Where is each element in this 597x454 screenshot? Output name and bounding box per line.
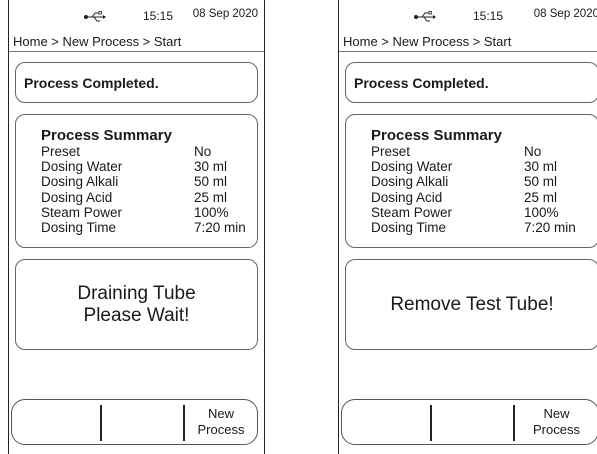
summary-row-dosing-time: Dosing Time 7:20 min xyxy=(371,220,588,235)
softkey-divider xyxy=(183,405,185,441)
new-process-button[interactable]: New Process xyxy=(517,406,596,438)
summary-title: Process Summary xyxy=(371,127,502,144)
softkey-2-button[interactable] xyxy=(103,402,181,442)
status-line: Remove Test Tube! xyxy=(390,293,554,315)
status-message-panel: Remove Test Tube! xyxy=(345,259,597,350)
softkey-2-button[interactable] xyxy=(433,402,511,442)
status-message: Remove Test Tube! xyxy=(346,294,597,316)
softkey-bar: New Process xyxy=(11,399,258,445)
summary-row-dosing-acid: Dosing Acid 25 ml xyxy=(41,190,247,205)
status-time: 15:15 xyxy=(143,9,174,23)
process-summary-panel: Process Summary Preset No Dosing Water 3… xyxy=(345,114,597,248)
summary-value: 50 ml xyxy=(194,174,228,190)
status-message: Draining Tube Please Wait! xyxy=(16,283,257,327)
status-date: 08 Sep 2020 xyxy=(192,8,258,20)
softkey-divider xyxy=(100,405,102,441)
summary-row-steam-power: Steam Power 100% xyxy=(371,205,588,220)
breadcrumb-divider xyxy=(9,51,264,52)
new-process-label: New xyxy=(207,406,234,421)
new-process-label: Process xyxy=(533,422,580,437)
summary-value: 30 ml xyxy=(194,159,228,175)
summary-label: Dosing Acid xyxy=(371,189,443,205)
summary-value: No xyxy=(194,144,212,159)
summary-row-dosing-water: Dosing Water 30 ml xyxy=(41,159,247,174)
device-screen-right: 15:15 08 Sep 2020 Home > New Process > S… xyxy=(338,0,597,454)
summary-label: Preset xyxy=(41,144,81,159)
summary-value: 25 ml xyxy=(194,189,228,205)
summary-list: Preset No Dosing Water 30 ml Dosing Alka… xyxy=(371,144,588,235)
softkey-1-button[interactable] xyxy=(14,402,98,442)
softkey-divider xyxy=(430,405,432,441)
process-completed-message: Process Completed. xyxy=(24,75,159,91)
summary-row-dosing-water: Dosing Water 30 ml xyxy=(371,159,588,174)
summary-label: Dosing Alkali xyxy=(371,174,449,190)
summary-value: 100% xyxy=(194,204,229,220)
softkey-1-button[interactable] xyxy=(344,402,428,442)
summary-row-dosing-acid: Dosing Acid 25 ml xyxy=(371,190,588,205)
summary-row-preset: Preset No xyxy=(371,144,588,159)
summary-value: 7:20 min xyxy=(194,220,246,236)
message-panel: Process Completed. xyxy=(345,62,597,103)
summary-value: 30 ml xyxy=(524,159,558,175)
summary-label: Preset xyxy=(371,144,411,159)
breadcrumb-divider xyxy=(339,51,597,52)
summary-label: Dosing Time xyxy=(41,220,117,236)
process-summary-panel: Process Summary Preset No Dosing Water 3… xyxy=(15,114,258,248)
message-panel: Process Completed. xyxy=(15,62,258,103)
summary-row-dosing-time: Dosing Time 7:20 min xyxy=(41,220,247,235)
summary-label: Dosing Water xyxy=(371,159,453,175)
status-date: 08 Sep 2020 xyxy=(533,8,597,20)
status-time: 15:15 xyxy=(473,9,504,23)
softkey-bar: New Process xyxy=(341,399,597,445)
summary-value: 7:20 min xyxy=(524,220,576,236)
new-process-label: New xyxy=(543,406,570,421)
summary-row-steam-power: Steam Power 100% xyxy=(41,205,247,220)
summary-list: Preset No Dosing Water 30 ml Dosing Alka… xyxy=(41,144,247,235)
summary-label: Steam Power xyxy=(41,204,123,220)
usb-icon xyxy=(84,11,106,22)
new-process-button[interactable]: New Process xyxy=(187,406,255,438)
softkey-divider xyxy=(513,405,515,441)
summary-value: No xyxy=(524,144,542,159)
summary-row-preset: Preset No xyxy=(41,144,247,159)
status-line: Draining Tube xyxy=(77,282,196,304)
breadcrumb: Home > New Process > Start xyxy=(343,34,512,49)
usb-icon xyxy=(414,11,436,22)
new-process-label: Process xyxy=(197,422,245,437)
summary-value: 25 ml xyxy=(524,189,558,205)
breadcrumb: Home > New Process > Start xyxy=(13,34,182,49)
summary-row-dosing-alkali: Dosing Alkali 50 ml xyxy=(371,174,588,189)
summary-label: Dosing Acid xyxy=(41,189,113,205)
summary-row-dosing-alkali: Dosing Alkali 50 ml xyxy=(41,174,247,189)
process-completed-message: Process Completed. xyxy=(354,75,489,91)
summary-title: Process Summary xyxy=(41,127,172,144)
status-bar: 15:15 08 Sep 2020 xyxy=(339,0,597,30)
summary-value: 100% xyxy=(524,204,559,220)
status-line: Please Wait! xyxy=(83,304,190,326)
status-bar: 15:15 08 Sep 2020 xyxy=(9,0,264,30)
summary-label: Steam Power xyxy=(371,204,453,220)
summary-label: Dosing Time xyxy=(371,220,447,236)
summary-label: Dosing Alkali xyxy=(41,174,119,190)
device-screen-left: 15:15 08 Sep 2020 Home > New Process > S… xyxy=(8,0,265,454)
summary-label: Dosing Water xyxy=(41,159,123,175)
summary-value: 50 ml xyxy=(524,174,558,190)
status-message-panel: Draining Tube Please Wait! xyxy=(15,259,258,350)
